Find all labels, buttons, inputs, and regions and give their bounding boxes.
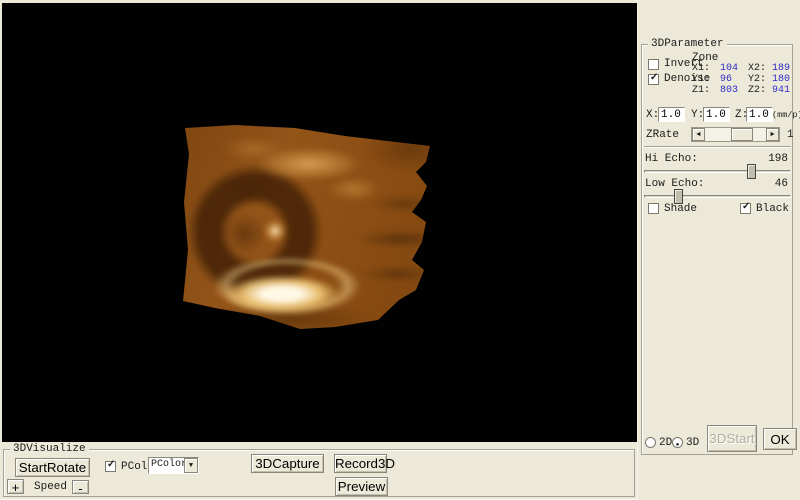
pcolor-checkmark: ✓ — [107, 459, 115, 471]
scale-unit-label: (mm/p) — [772, 110, 800, 120]
zone-y1-label: Y1: — [692, 74, 710, 85]
visualize-groupbox: 3DVisualize StartRotate + Speed - ✓ PCol… — [3, 449, 635, 497]
ok-button[interactable]: OK — [763, 428, 797, 450]
record3d-button[interactable]: Record3D — [334, 454, 387, 473]
zone-z1-label: Z1: — [692, 85, 710, 96]
black-label: Black — [756, 203, 789, 215]
black-checkbox[interactable]: ✓ — [740, 203, 751, 214]
start-rotate-button[interactable]: StartRotate — [15, 458, 90, 477]
black-checkmark: ✓ — [742, 201, 750, 213]
mode-2d-radio[interactable] — [645, 437, 656, 448]
zone-z2-label: Z2: — [748, 85, 766, 96]
low-echo-slider[interactable] — [644, 195, 791, 198]
invert-checkbox[interactable] — [648, 59, 659, 70]
low-echo-slider-thumb[interactable] — [674, 189, 683, 204]
3dcapture-button[interactable]: 3DCapture — [251, 454, 324, 473]
visualize-panel: 3DVisualize StartRotate + Speed - ✓ PCol… — [0, 442, 637, 500]
ultrasound-texture — [169, 114, 443, 344]
zone-z2-value: 941 — [772, 85, 790, 96]
mode-3d-radio-dot: ● — [676, 441, 680, 448]
mode-3d-label: 3D — [686, 437, 699, 449]
pcolor-dropdown-button[interactable]: ▼ — [184, 458, 198, 473]
preview-button[interactable]: Preview — [335, 477, 388, 496]
zone-x1-value: 104 — [720, 63, 738, 74]
zrate-scroll-thumb[interactable] — [731, 128, 753, 141]
zone-y2-value: 180 — [772, 74, 790, 85]
hi-echo-value: 198 — [768, 153, 788, 165]
zone-y2-label: Y2: — [748, 74, 766, 85]
zrate-scroll-right-button[interactable]: ► — [766, 128, 779, 141]
arrow-right-icon: ► — [770, 131, 774, 139]
zone-y1-value: 96 — [720, 74, 732, 85]
pcolor-dropdown-value: PColor — [151, 459, 187, 470]
denoise-checkbox[interactable]: ✓ — [648, 74, 659, 85]
3dstart-button: 3DStart — [707, 425, 757, 452]
shade-label: Shade — [664, 203, 697, 215]
speed-minus-button[interactable]: - — [72, 480, 89, 494]
3d-viewport[interactable] — [2, 3, 637, 442]
parameter-panel: 3DParameter Invert ✓ Denoise Zone X1: 10… — [637, 0, 800, 500]
pcolor-dropdown[interactable]: PColor ▼ — [148, 457, 199, 474]
app-window: 3DParameter Invert ✓ Denoise Zone X1: 10… — [0, 0, 800, 500]
mode-3d-radio[interactable]: ● — [672, 437, 683, 448]
shade-checkbox[interactable] — [648, 203, 659, 214]
zone-x1-label: X1: — [692, 63, 710, 74]
pcolor-checkbox[interactable]: ✓ — [105, 461, 116, 472]
separator — [644, 146, 791, 148]
hi-echo-label: Hi Echo: — [645, 153, 698, 165]
arrow-left-icon: ◄ — [696, 131, 700, 139]
speed-label: Speed — [34, 481, 67, 493]
denoise-checkmark: ✓ — [650, 72, 658, 84]
zone-x2-label: X2: — [748, 63, 766, 74]
scale-y-input[interactable] — [703, 107, 730, 122]
scale-z-input[interactable] — [746, 107, 773, 122]
mode-2d-label: 2D — [659, 437, 672, 449]
zone-z1-value: 803 — [720, 85, 738, 96]
speed-plus-button[interactable]: + — [7, 479, 24, 494]
hi-echo-slider[interactable] — [644, 170, 791, 173]
zrate-label: ZRate — [646, 129, 679, 141]
zrate-scroll-left-button[interactable]: ◄ — [692, 128, 705, 141]
parameter-groupbox: 3DParameter Invert ✓ Denoise Zone X1: 10… — [641, 44, 793, 455]
visualize-group-title: 3DVisualize — [10, 443, 89, 455]
zone-x2-value: 189 — [772, 63, 790, 74]
ultrasound-volume-render — [175, 120, 437, 338]
hi-echo-slider-thumb[interactable] — [747, 164, 756, 179]
chevron-down-icon: ▼ — [189, 462, 193, 470]
low-echo-value: 46 — [775, 178, 788, 190]
scale-x-input[interactable] — [658, 107, 685, 122]
parameter-group-title: 3DParameter — [648, 38, 727, 50]
zrate-scrollbar[interactable]: ◄ ► — [691, 127, 780, 142]
zrate-value: 1 — [787, 129, 794, 141]
